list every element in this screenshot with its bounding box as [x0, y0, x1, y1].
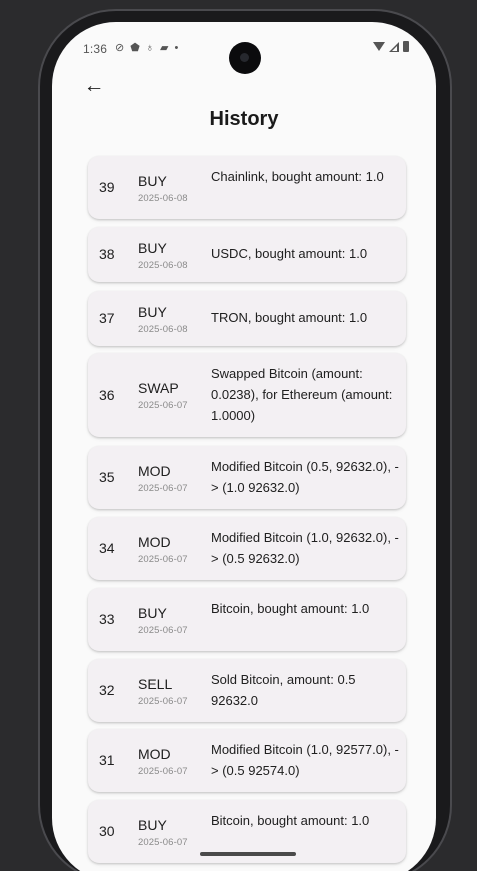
history-id: 30 — [99, 823, 115, 839]
history-type: BUY — [138, 240, 167, 256]
home-indicator[interactable] — [200, 852, 296, 856]
history-id: 35 — [99, 469, 115, 485]
back-button[interactable]: ← — [80, 72, 108, 100]
history-date: 2025-06-07 — [138, 625, 188, 636]
history-type: SWAP — [138, 380, 179, 396]
history-item[interactable]: 31 MOD 2025-06-07 Modified Bitcoin (1.0,… — [88, 729, 406, 792]
history-description: Modified Bitcoin (1.0, 92577.0), -> (0.5… — [211, 742, 399, 778]
status-icons-right — [373, 41, 409, 52]
history-id: 37 — [99, 310, 115, 326]
history-date: 2025-06-08 — [138, 193, 188, 204]
history-description: USDC, bought amount: 1.0 — [211, 246, 368, 261]
history-description: Modified Bitcoin (1.0, 92632.0), -> (0.5… — [211, 530, 399, 566]
shield-icon: ⬟ — [130, 42, 140, 54]
history-item[interactable]: 36 SWAP 2025-06-07 Swapped Bitcoin (amou… — [88, 353, 406, 437]
history-date: 2025-06-08 — [138, 324, 188, 335]
page-title: History — [209, 108, 279, 130]
history-date: 2025-06-08 — [138, 260, 188, 271]
history-description: Modified Bitcoin (0.5, 92632.0), -> (1.0… — [211, 459, 399, 495]
wifi-icon — [373, 42, 385, 51]
dot-icon: • — [174, 42, 179, 54]
history-description: Sold Bitcoin, amount: 0.5 92632.0 — [211, 672, 356, 708]
history-type: BUY — [138, 817, 167, 833]
history-item[interactable]: 37 BUY 2025-06-08 TRON, bought amount: 1… — [88, 291, 406, 346]
history-type: BUY — [138, 304, 167, 320]
history-item[interactable]: 39 BUY 2025-06-08 Chainlink, bought amou… — [88, 156, 406, 219]
signal-icon — [389, 41, 399, 52]
history-type: MOD — [138, 463, 171, 479]
history-item[interactable]: 33 BUY 2025-06-07 Bitcoin, bought amount… — [88, 588, 406, 651]
history-id: 39 — [99, 179, 115, 195]
history-type: BUY — [138, 173, 167, 189]
device-frame: 1:36 ⊘ ⬟ ♁ ▰ • ← History 39 BUY 2025-06-… — [0, 0, 477, 871]
history-id: 36 — [99, 387, 115, 403]
sd-card-icon: ▰ — [160, 42, 169, 54]
accessibility-icon: ♁ — [145, 42, 155, 54]
history-item[interactable]: 38 BUY 2025-06-08 USDC, bought amount: 1… — [88, 227, 406, 282]
history-date: 2025-06-07 — [138, 696, 188, 707]
history-date: 2025-06-07 — [138, 483, 188, 494]
camera-cutout — [229, 42, 261, 74]
history-type: SELL — [138, 676, 173, 692]
battery-icon — [403, 41, 409, 52]
status-bar: 1:36 ⊘ ⬟ ♁ ▰ • — [52, 22, 436, 76]
history-date: 2025-06-07 — [138, 837, 188, 848]
history-description: Chainlink, bought amount: 1.0 — [211, 169, 384, 184]
history-description: Bitcoin, bought amount: 1.0 — [211, 601, 370, 616]
history-item[interactable]: 35 MOD 2025-06-07 Modified Bitcoin (0.5,… — [88, 446, 406, 509]
app-screen: 1:36 ⊘ ⬟ ♁ ▰ • ← History 39 BUY 2025-06-… — [52, 22, 436, 871]
history-id: 31 — [99, 752, 115, 768]
shield-icon: ⊘ — [115, 42, 125, 54]
history-description: TRON, bought amount: 1.0 — [211, 310, 368, 325]
history-description: Bitcoin, bought amount: 1.0 — [211, 813, 370, 828]
status-icons-left: ⊘ ⬟ ♁ ▰ • — [115, 41, 178, 55]
history-type: MOD — [138, 746, 171, 762]
arrow-left-icon: ← — [83, 74, 105, 97]
history-item[interactable]: 32 SELL 2025-06-07 Sold Bitcoin, amount:… — [88, 659, 406, 722]
history-id: 32 — [99, 682, 115, 698]
history-date: 2025-06-07 — [138, 554, 188, 565]
history-date: 2025-06-07 — [138, 766, 188, 777]
history-id: 33 — [99, 611, 115, 627]
history-date: 2025-06-07 — [138, 400, 188, 411]
history-id: 38 — [99, 246, 115, 262]
history-item[interactable]: 34 MOD 2025-06-07 Modified Bitcoin (1.0,… — [88, 517, 406, 580]
history-type: BUY — [138, 605, 167, 621]
history-id: 34 — [99, 540, 115, 556]
history-description: Swapped Bitcoin (amount: 0.0238), for Et… — [211, 366, 393, 423]
status-time: 1:36 — [83, 42, 108, 56]
history-type: MOD — [138, 534, 171, 550]
